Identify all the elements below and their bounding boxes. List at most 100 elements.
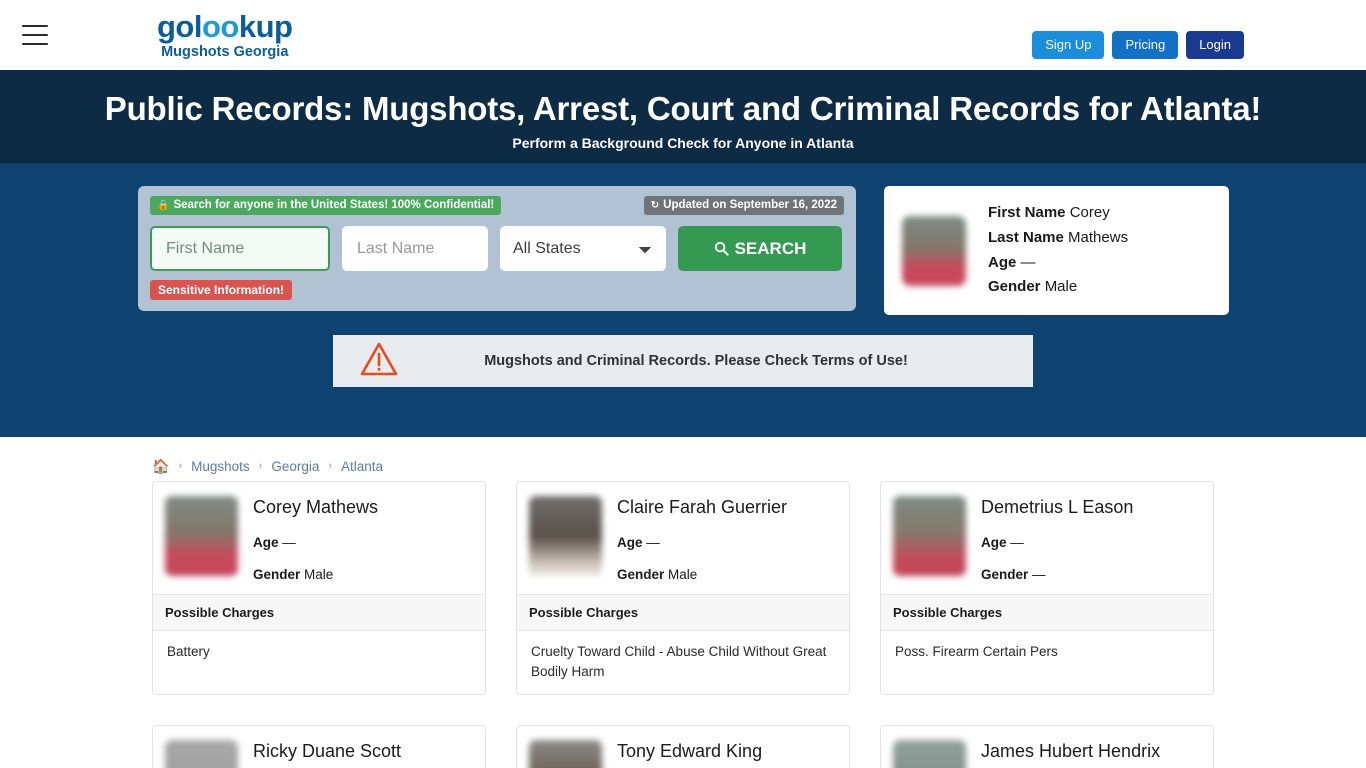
logo-subtitle: Mugshots Georgia [161, 43, 289, 60]
result-card[interactable]: Corey Mathews Age — Gender Male Possible… [152, 481, 486, 696]
breadcrumb-item-atlanta: Atlanta [341, 458, 384, 474]
possible-charges-header: Possible Charges [881, 593, 1213, 631]
featured-person-thumbnail [902, 215, 966, 286]
result-gender-value: Male [304, 566, 334, 582]
result-info: Ricky Duane Scott [253, 740, 401, 768]
first-name-input[interactable] [150, 226, 330, 271]
result-age-value: — [1010, 534, 1024, 550]
breadcrumb-item-mugshots[interactable]: Mugshots [191, 459, 250, 474]
lock-icon: 🔒 [157, 199, 170, 211]
nav-button-group: Sign Up Pricing Login [1032, 31, 1244, 59]
featured-first-name-value: Corey [1069, 203, 1110, 221]
refresh-icon: ↻ [650, 199, 660, 211]
result-age-row: Age — [617, 535, 787, 550]
logo-text-part-a: gol [157, 8, 203, 44]
result-gender-value: Male [668, 566, 698, 582]
logo-text-part-b: kup [238, 8, 293, 44]
search-button-label: SEARCH [734, 238, 807, 258]
confidential-badge-label: Search for anyone in the United States! … [173, 199, 495, 211]
result-card-header: Ricky Duane Scott [153, 726, 485, 768]
last-name-input[interactable] [342, 226, 488, 271]
logo-text-part-oo: oo [202, 8, 239, 44]
result-info: Tony Edward King [617, 740, 762, 768]
result-gender-row: Gender — [981, 567, 1133, 582]
hamburger-menu-icon[interactable] [22, 25, 48, 45]
featured-last-name-value: Mathews [1068, 228, 1129, 246]
gender-label: Gender [253, 566, 301, 582]
breadcrumb-separator: › [258, 460, 263, 472]
age-label: Age [617, 534, 643, 550]
search-panel: 🔒 Search for anyone in the United States… [138, 186, 856, 311]
result-card[interactable]: Ricky Duane Scott [152, 725, 486, 768]
featured-last-name-row: Last Name Mathews [988, 226, 1128, 251]
breadcrumb-separator: › [178, 460, 183, 472]
featured-first-name-row: First Name Corey [988, 201, 1128, 226]
terms-warning-text: Mugshots and Criminal Records. Please Ch… [484, 353, 908, 369]
state-select[interactable]: All States [500, 226, 666, 271]
possible-charges-header: Possible Charges [517, 593, 849, 631]
sensitive-info-badge: Sensitive Information! [150, 280, 293, 300]
breadcrumb-item-georgia[interactable]: Georgia [271, 459, 319, 474]
charge-item: Poss. Firearm Certain Pers [895, 643, 1058, 659]
result-card-header: Tony Edward King [517, 726, 849, 768]
result-gender-value: — [1032, 566, 1046, 582]
result-thumbnail [529, 496, 602, 576]
search-button[interactable]: SEARCH [678, 226, 842, 271]
result-gender-row: Gender Male [617, 567, 787, 582]
updated-badge-label: Updated on September 16, 2022 [663, 199, 837, 211]
result-gender-row: Gender Male [253, 567, 378, 582]
age-label: Age [253, 534, 279, 550]
result-card-header: Corey Mathews Age — Gender Male [153, 482, 485, 594]
result-card-header: Claire Farah Guerrier Age — Gender Male [517, 482, 849, 594]
featured-age-row: Age — [988, 251, 1128, 276]
updated-badge: ↻ Updated on September 16, 2022 [643, 196, 844, 215]
age-label: Age [981, 534, 1007, 550]
result-card[interactable]: James Hubert Hendrix [880, 725, 1214, 768]
result-card[interactable]: Tony Edward King [516, 725, 850, 768]
result-age-row: Age — [253, 535, 378, 550]
charge-item: Cruelty Toward Child - Abuse Child Witho… [531, 643, 827, 680]
result-thumbnail [893, 496, 966, 576]
result-name: Demetrius L Eason [981, 497, 1134, 517]
magnifier-icon [714, 241, 729, 256]
result-card-header: Demetrius L Eason Age — Gender — [881, 482, 1213, 594]
gender-label: Gender [617, 566, 665, 582]
charge-item: Battery [167, 643, 210, 659]
results-grid: Corey Mathews Age — Gender Male Possible… [0, 481, 1366, 768]
top-navigation-bar: golookup Mugshots Georgia Sign Up Pricin… [0, 0, 1366, 70]
result-card[interactable]: Claire Farah Guerrier Age — Gender Male … [516, 481, 850, 696]
result-age-row: Age — [981, 535, 1133, 550]
search-badges: 🔒 Search for anyone in the United States… [150, 196, 844, 216]
hero-banner: Public Records: Mugshots, Arrest, Court … [0, 70, 1366, 163]
terms-warning-banner: Mugshots and Criminal Records. Please Ch… [333, 335, 1033, 387]
pricing-button[interactable]: Pricing [1112, 31, 1179, 59]
featured-last-name-label: Last Name [988, 228, 1064, 246]
result-name: Ricky Duane Scott [253, 741, 402, 762]
logo-wordmark: golookup [157, 11, 293, 42]
result-info: Demetrius L Eason Age — Gender — [981, 496, 1133, 582]
page-subtitle: Perform a Background Check for Anyone in… [512, 134, 854, 151]
featured-age-value: — [1020, 253, 1036, 271]
featured-person-card[interactable]: First Name Corey Last Name Mathews Age —… [884, 186, 1229, 315]
featured-person-details: First Name Corey Last Name Mathews Age —… [988, 201, 1128, 301]
result-age-value: — [282, 534, 296, 550]
page-title: Public Records: Mugshots, Arrest, Court … [104, 90, 1262, 127]
breadcrumb: 🏠 › Mugshots › Georgia › Atlanta [0, 437, 1366, 481]
featured-gender-label: Gender [988, 278, 1041, 296]
breadcrumb-separator: › [328, 460, 333, 472]
home-icon[interactable]: 🏠 [152, 458, 169, 475]
result-info: James Hubert Hendrix [981, 740, 1160, 768]
result-thumbnail [893, 740, 966, 768]
search-fields-row: All States SEARCH [150, 226, 844, 271]
featured-age-label: Age [988, 253, 1017, 271]
signup-button[interactable]: Sign Up [1032, 31, 1105, 59]
login-button[interactable]: Login [1186, 31, 1244, 59]
site-logo[interactable]: golookup Mugshots Georgia [157, 11, 293, 60]
featured-gender-value: Male [1044, 278, 1078, 296]
result-name: Corey Mathews [253, 497, 379, 517]
result-card[interactable]: Demetrius L Eason Age — Gender — Possibl… [880, 481, 1214, 696]
gender-label: Gender [981, 566, 1029, 582]
result-thumbnail [165, 496, 238, 576]
confidential-badge: 🔒 Search for anyone in the United States… [150, 196, 502, 215]
result-thumbnail [529, 740, 602, 768]
